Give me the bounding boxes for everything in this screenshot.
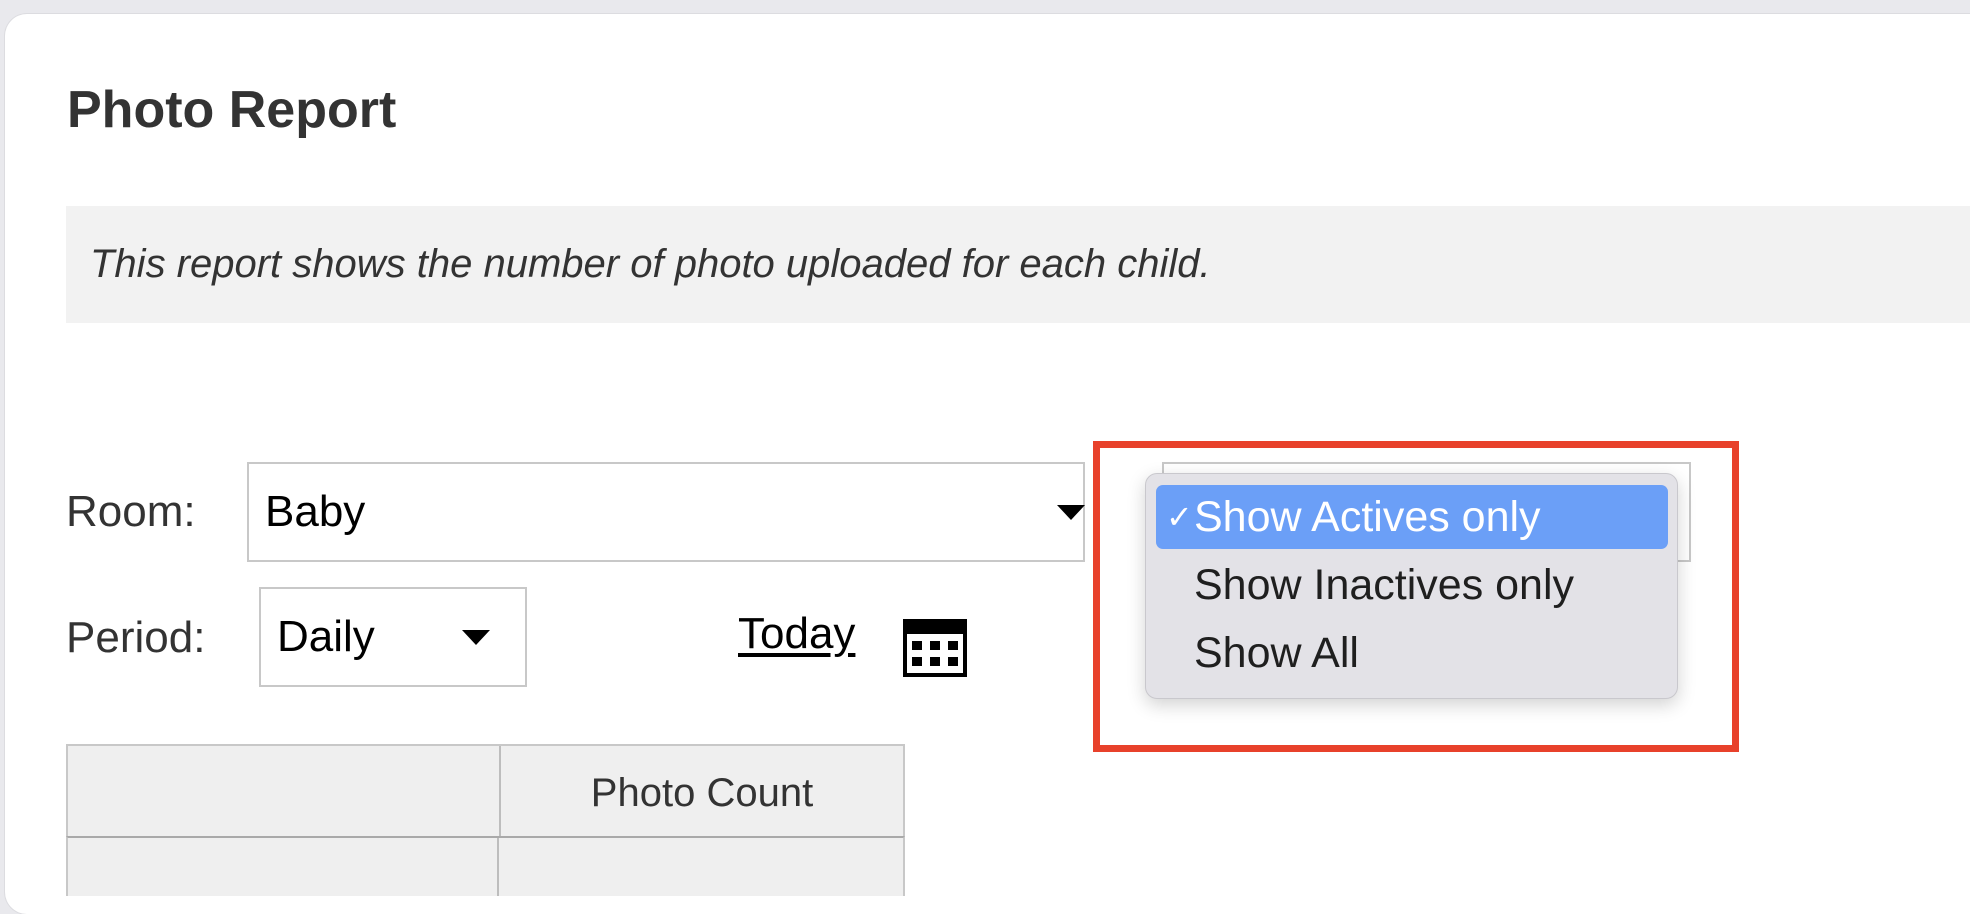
period-label: Period: [66, 613, 206, 662]
period-select[interactable]: Daily [259, 587, 527, 687]
today-link[interactable]: Today [738, 612, 855, 656]
caret-down-icon [462, 630, 490, 645]
photo-count-header: Photo Count [501, 746, 903, 841]
period-select-value: Daily [277, 612, 375, 661]
page-title: Photo Report [67, 81, 397, 139]
calendar-icon[interactable] [903, 619, 967, 677]
option-label: Show Inactives only [1194, 560, 1575, 609]
status-dropdown-menu: ✓ Show Actives only Show Inactives only … [1145, 473, 1678, 699]
option-show-actives-only[interactable]: ✓ Show Actives only [1156, 485, 1668, 549]
table-row [66, 836, 905, 896]
checkmark-icon: ✓ [1166, 499, 1193, 535]
option-show-all[interactable]: Show All [1156, 621, 1668, 685]
photo-count-header-label: Photo Count [590, 771, 814, 815]
option-label: Show Actives only [1194, 492, 1541, 541]
option-show-inactives-only[interactable]: Show Inactives only [1156, 553, 1668, 617]
column-divider [497, 838, 499, 896]
caret-down-icon [1057, 505, 1085, 520]
room-select-value: Baby [265, 487, 366, 536]
option-label: Show All [1194, 628, 1359, 677]
room-label: Room: [66, 487, 196, 536]
table-header-empty [68, 746, 499, 841]
report-description-text: This report shows the number of photo up… [90, 242, 1211, 286]
room-select[interactable]: Baby [247, 462, 1085, 562]
report-description: This report shows the number of photo up… [66, 206, 1970, 323]
report-table-header: Photo Count [66, 744, 905, 839]
